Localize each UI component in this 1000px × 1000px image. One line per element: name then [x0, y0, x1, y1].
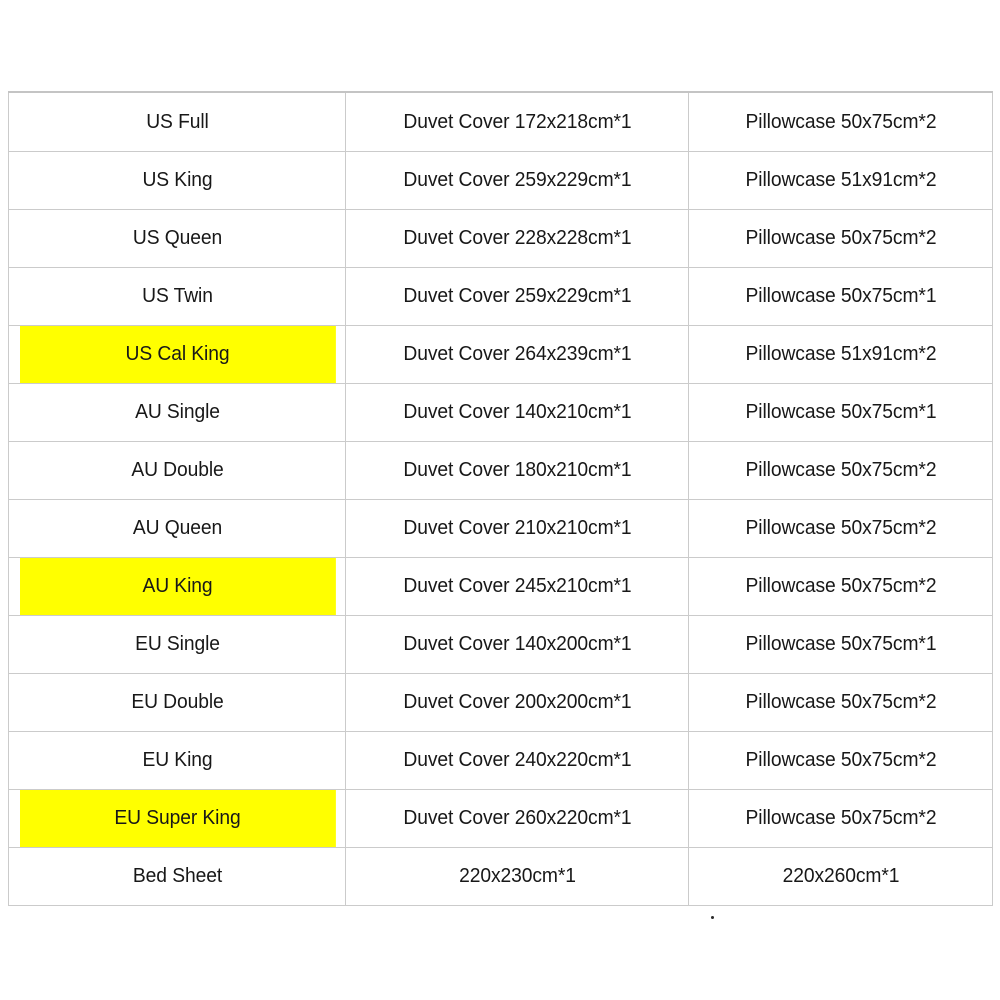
- cell-duvet-cover: Duvet Cover 210x210cm*1: [355, 498, 679, 558]
- cell-duvet-cover: Duvet Cover 240x220cm*1: [355, 730, 679, 790]
- table-row: EU Single Duvet Cover 140x200cm*1 Pillowca…: [9, 614, 993, 674]
- cell-duvet-cover: Duvet Cover 260x220cm*1: [355, 788, 679, 848]
- cell-duvet-cover: Duvet Cover 172x218cm*1: [355, 90, 679, 152]
- cell-duvet-cover: Duvet Cover 200x200cm*1: [355, 672, 679, 732]
- cell-pillowcase: Pillowcase 50x75cm*2: [697, 672, 984, 732]
- cell-pillowcase: 220x260cm*1: [697, 846, 984, 907]
- table-row: AU King Duvet Cover 245x210cm*1 Pillowcase…: [9, 556, 993, 616]
- cell-pillowcase: Pillowcase 50x75cm*2: [697, 440, 984, 500]
- table-row: Bed Sheet 220x230cm*1 220x260cm*1: [9, 846, 993, 907]
- bedding-size-table: US Full Duvet Cover 172x218cm*1 Pillowcase…: [8, 90, 993, 907]
- cell-size-name: AU Single: [18, 382, 336, 442]
- cell-duvet-cover: Duvet Cover 140x210cm*1: [355, 382, 679, 442]
- cell-pillowcase: Pillowcase 51x91cm*2: [697, 324, 984, 384]
- cell-duvet-cover: Duvet Cover 259x229cm*1: [355, 266, 679, 326]
- table-row: AU Double Duvet Cover 180x210cm*1 Pillowca…: [9, 440, 993, 500]
- cell-size-name: US Cal King: [18, 324, 336, 384]
- size-chart-container: US Full Duvet Cover 172x218cm*1 Pillowcase…: [8, 90, 993, 907]
- cell-duvet-cover: Duvet Cover 180x210cm*1: [355, 440, 679, 500]
- cell-pillowcase: Pillowcase 50x75cm*2: [697, 208, 984, 268]
- table-row: EU Double Duvet Cover 200x200cm*1 Pillowca…: [9, 672, 993, 732]
- cell-size-name: EU King: [18, 730, 336, 790]
- cell-size-name: EU Double: [18, 672, 336, 732]
- table-row: EU Super King Duvet Cover 260x220cm*1 Pill…: [9, 788, 993, 848]
- cell-pillowcase: Pillowcase 50x75cm*1: [697, 614, 984, 674]
- table-row: US Full Duvet Cover 172x218cm*1 Pillowcase…: [9, 90, 993, 152]
- cell-duvet-cover: Duvet Cover 259x229cm*1: [355, 150, 679, 210]
- table-row: AU Single Duvet Cover 140x210cm*1 Pillowca…: [9, 382, 993, 442]
- cell-pillowcase: Pillowcase 50x75cm*2: [697, 498, 984, 558]
- cell-size-name: Bed Sheet: [18, 846, 336, 907]
- cell-pillowcase: Pillowcase 50x75cm*2: [697, 556, 984, 616]
- cell-size-name: EU Super King: [18, 788, 336, 848]
- cell-duvet-cover: Duvet Cover 228x228cm*1: [355, 208, 679, 268]
- cell-size-name: US Queen: [18, 208, 336, 268]
- cell-pillowcase: Pillowcase 50x75cm*1: [697, 266, 984, 326]
- table-row: EU King Duvet Cover 240x220cm*1 Pillowcase…: [9, 730, 993, 790]
- cell-size-name: EU Single: [18, 614, 336, 674]
- cell-pillowcase: Pillowcase 51x91cm*2: [697, 150, 984, 210]
- cell-size-name: AU Double: [18, 440, 336, 500]
- page-speck-artifact: [711, 916, 714, 919]
- table-row: US King Duvet Cover 259x229cm*1 Pillowcase…: [9, 150, 993, 210]
- cell-pillowcase: Pillowcase 50x75cm*2: [697, 90, 984, 152]
- cell-pillowcase: Pillowcase 50x75cm*2: [697, 730, 984, 790]
- cell-size-name: US Twin: [18, 266, 336, 326]
- cell-size-name: US Full: [18, 90, 336, 152]
- cell-duvet-cover: Duvet Cover 264x239cm*1: [355, 324, 679, 384]
- cell-duvet-cover: Duvet Cover 140x200cm*1: [355, 614, 679, 674]
- size-table-body: US Full Duvet Cover 172x218cm*1 Pillowcase…: [9, 90, 993, 907]
- cell-size-name: US King: [18, 150, 336, 210]
- table-row: US Queen Duvet Cover 228x228cm*1 Pillowcas…: [9, 208, 993, 268]
- table-row: AU Queen Duvet Cover 210x210cm*1 Pillowcas…: [9, 498, 993, 558]
- table-row: US Twin Duvet Cover 259x229cm*1 Pillowcase…: [9, 266, 993, 326]
- cell-duvet-cover: Duvet Cover 245x210cm*1: [355, 556, 679, 616]
- cell-size-name: AU Queen: [18, 498, 336, 558]
- cell-duvet-cover: 220x230cm*1: [355, 846, 679, 907]
- cell-pillowcase: Pillowcase 50x75cm*2: [697, 788, 984, 848]
- cell-pillowcase: Pillowcase 50x75cm*1: [697, 382, 984, 442]
- table-row: US Cal King Duvet Cover 264x239cm*1 Pillow…: [9, 324, 993, 384]
- cell-size-name: AU King: [18, 556, 336, 616]
